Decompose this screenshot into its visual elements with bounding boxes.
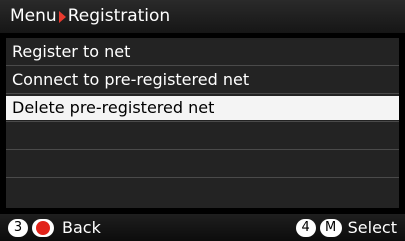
- breadcrumb: Menu Registration: [0, 0, 405, 33]
- menu-item-label: Connect to pre-registered net: [12, 70, 250, 89]
- m-key-icon: M: [319, 219, 342, 237]
- breadcrumb-menu[interactable]: Menu: [10, 0, 57, 33]
- menu-divider: [6, 65, 399, 66]
- key-number-badge: 3: [8, 219, 28, 237]
- menu-item-register-to-net[interactable]: Register to net: [6, 40, 399, 64]
- key-number-badge: 4: [295, 219, 316, 237]
- menu-divider: [6, 177, 399, 178]
- menu-item-empty: [6, 152, 399, 176]
- menu-item-empty: [6, 180, 399, 204]
- menu-list: Register to net Connect to pre-registere…: [6, 38, 399, 208]
- back-button[interactable]: 3 Back: [8, 217, 101, 239]
- select-label: Select: [347, 218, 397, 237]
- menu-item-label: Delete pre-registered net: [12, 98, 215, 117]
- camera-menu-screen: Menu Registration Register to net Connec…: [0, 0, 405, 241]
- page-title: Registration: [67, 6, 171, 26]
- menu-item-connect-pre-registered[interactable]: Connect to pre-registered net: [6, 68, 399, 92]
- button-guide-bar: 3 Back 4 M Select: [0, 214, 405, 241]
- menu-divider: [6, 93, 399, 94]
- select-button[interactable]: 4 M Select: [295, 217, 397, 239]
- record-dot-icon: [32, 219, 54, 237]
- breadcrumb-arrow-icon: [58, 10, 66, 23]
- menu-divider: [6, 149, 399, 150]
- back-label: Back: [62, 218, 101, 237]
- menu-item-label: Register to net: [12, 42, 131, 61]
- menu-divider: [6, 121, 399, 122]
- menu-item-empty: [6, 124, 399, 148]
- menu-item-delete-pre-registered[interactable]: Delete pre-registered net: [6, 96, 399, 120]
